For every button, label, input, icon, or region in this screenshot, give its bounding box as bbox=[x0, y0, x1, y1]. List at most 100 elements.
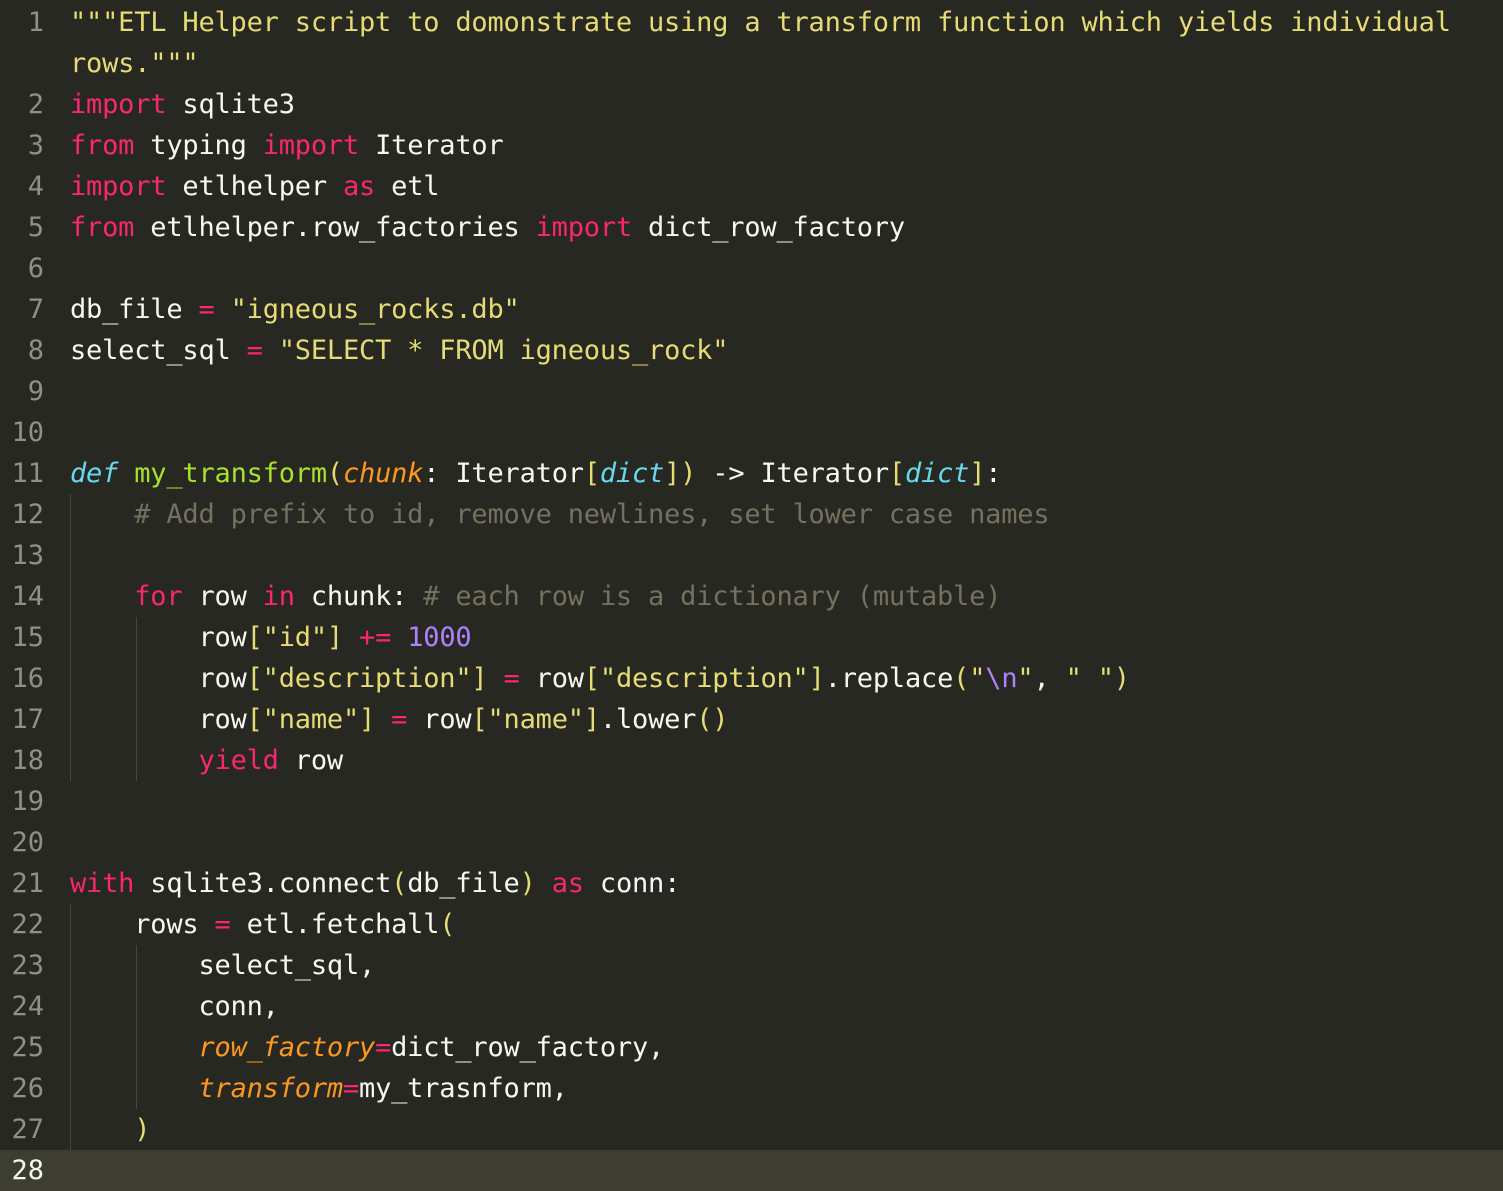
code-line[interactable]: 26 transform=my_trasnform, bbox=[0, 1068, 1503, 1109]
code-line[interactable]: 17 row["name"] = row["name"].lower() bbox=[0, 699, 1503, 740]
code-token: row bbox=[407, 704, 472, 735]
code-line[interactable]: 16 row["description"] = row["description… bbox=[0, 658, 1503, 699]
code-token: = bbox=[503, 663, 520, 694]
code-line[interactable]: 2 import sqlite3 bbox=[0, 84, 1503, 125]
line-number: 5 bbox=[27, 212, 44, 243]
code-token: select_sql bbox=[70, 335, 247, 366]
code-token: conn, bbox=[70, 991, 279, 1022]
code-line[interactable]: 14 for row in chunk: # each row is a dic… bbox=[0, 576, 1503, 617]
code-token: [ bbox=[246, 622, 263, 653]
code-token: ) bbox=[519, 868, 536, 899]
code-line[interactable]: 25 row_factory=dict_row_factory, bbox=[0, 1027, 1503, 1068]
code-token: = bbox=[391, 704, 408, 735]
code-token: row bbox=[278, 745, 343, 776]
code-token: " bbox=[1017, 663, 1034, 694]
code-token: "SELECT * FROM igneous_rock" bbox=[278, 335, 729, 366]
code-token: db_file bbox=[407, 868, 520, 899]
code-token: += bbox=[359, 622, 392, 653]
code-token: row_factory bbox=[198, 1032, 376, 1063]
code-token: [ bbox=[888, 458, 905, 489]
code-token: ] bbox=[326, 622, 343, 653]
code-token: select_sql, bbox=[70, 950, 376, 981]
code-token: ] bbox=[471, 663, 488, 694]
line-code: row["description"] = row["description"].… bbox=[70, 658, 1130, 699]
code-line[interactable]: 7 db_file = "igneous_rocks.db" bbox=[0, 289, 1503, 330]
code-line[interactable]: 11 def my_transform(chunk: Iterator[dict]… bbox=[0, 453, 1503, 494]
code-line[interactable]: 8 select_sql = "SELECT * FROM igneous_roc… bbox=[0, 330, 1503, 371]
line-code: import sqlite3 bbox=[70, 84, 295, 125]
code-token: as bbox=[551, 868, 584, 899]
code-line[interactable]: 19 bbox=[0, 781, 1503, 822]
code-editor[interactable]: 1 """ETL Helper script to domonstrate usi… bbox=[0, 0, 1503, 1191]
code-line[interactable]: 24 conn, bbox=[0, 986, 1503, 1027]
code-token: = bbox=[198, 294, 215, 325]
code-token: import bbox=[535, 212, 633, 243]
code-token: ) bbox=[134, 1114, 151, 1145]
code-line[interactable]: 18 yield row bbox=[0, 740, 1503, 781]
code-line[interactable]: 1 """ETL Helper script to domonstrate usi… bbox=[0, 2, 1503, 43]
code-token: import bbox=[70, 171, 167, 202]
code-token: ( bbox=[953, 663, 970, 694]
code-token: = bbox=[214, 909, 231, 940]
code-token: "name" bbox=[262, 704, 360, 735]
line-number: 14 bbox=[11, 581, 44, 612]
code-token: -> Iterator bbox=[696, 458, 889, 489]
code-token: ] bbox=[808, 663, 825, 694]
code-line[interactable]: 4 import etlhelper as etl bbox=[0, 166, 1503, 207]
code-token: etl.fetchall bbox=[230, 909, 440, 940]
code-line[interactable]: 13 bbox=[0, 535, 1503, 576]
line-number: 9 bbox=[27, 376, 44, 407]
line-number: 16 bbox=[11, 663, 44, 694]
code-token: ]) bbox=[664, 458, 697, 489]
line-number: 3 bbox=[27, 130, 44, 161]
code-token: etl bbox=[375, 171, 440, 202]
line-number: 8 bbox=[27, 335, 44, 366]
code-line[interactable]: 10 bbox=[0, 412, 1503, 453]
line-code: select_sql, bbox=[70, 945, 375, 986]
line-code: import etlhelper as etl bbox=[70, 166, 440, 207]
code-token: [ bbox=[471, 704, 488, 735]
code-line[interactable]: 23 select_sql, bbox=[0, 945, 1503, 986]
code-line[interactable]: 15 row["id"] += 1000 bbox=[0, 617, 1503, 658]
line-code: transform=my_trasnform, bbox=[70, 1068, 567, 1109]
code-token: "name" bbox=[487, 704, 585, 735]
code-line[interactable]: 28 bbox=[0, 1150, 1503, 1191]
code-line[interactable]: 3 from typing import Iterator bbox=[0, 125, 1503, 166]
code-line[interactable]: 9 bbox=[0, 371, 1503, 412]
line-code: from typing import Iterator bbox=[70, 125, 504, 166]
code-line[interactable]: rows.""" bbox=[0, 43, 1503, 84]
code-token: = bbox=[246, 335, 263, 366]
line-number: 6 bbox=[27, 253, 44, 284]
line-number: 7 bbox=[27, 294, 44, 325]
code-token: dict_row_factory, bbox=[391, 1032, 665, 1063]
code-token: conn: bbox=[583, 868, 681, 899]
code-line[interactable]: 12 # Add prefix to id, remove newlines, … bbox=[0, 494, 1503, 535]
code-token: rows bbox=[70, 909, 215, 940]
line-code: rows.""" bbox=[70, 43, 199, 84]
code-token: , bbox=[1033, 663, 1066, 694]
code-line[interactable]: 5 from etlhelper.row_factories import dic… bbox=[0, 207, 1503, 248]
line-code: conn, bbox=[70, 986, 279, 1027]
code-token: 1000 bbox=[407, 622, 472, 653]
code-token: = bbox=[342, 1073, 360, 1104]
code-line[interactable]: 27 ) bbox=[0, 1109, 1503, 1150]
line-number: 28 bbox=[11, 1155, 44, 1186]
line-number: 27 bbox=[11, 1114, 44, 1145]
code-line[interactable]: 21 with sqlite3.connect(db_file) as conn: bbox=[0, 863, 1503, 904]
code-token: row bbox=[519, 663, 584, 694]
line-number: 19 bbox=[11, 786, 44, 817]
code-line[interactable]: 6 bbox=[0, 248, 1503, 289]
line-code: rows = etl.fetchall( bbox=[70, 904, 455, 945]
code-line[interactable]: 20 bbox=[0, 822, 1503, 863]
code-token: [ bbox=[583, 663, 600, 694]
code-token: "igneous_rocks.db" bbox=[230, 294, 520, 325]
code-line[interactable]: 22 rows = etl.fetchall( bbox=[0, 904, 1503, 945]
line-number: 22 bbox=[11, 909, 44, 940]
line-number: 11 bbox=[11, 458, 44, 489]
